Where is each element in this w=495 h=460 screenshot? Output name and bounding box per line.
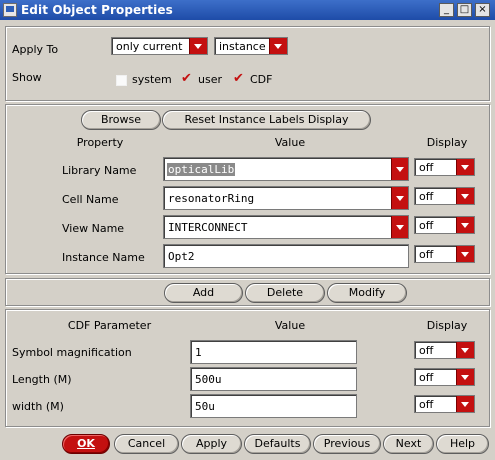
chevron-down-glyph xyxy=(396,225,404,230)
view-name-display-value: off xyxy=(419,219,434,232)
minimize-button[interactable]: _ xyxy=(439,3,454,17)
display-header: Display xyxy=(426,136,468,149)
title-bar[interactable]: Edit Object Properties _ □ × xyxy=(0,0,495,20)
symbol-magnification-display-select[interactable]: off xyxy=(414,341,475,359)
view-name-combo[interactable]: INTERCONNECT xyxy=(163,215,409,239)
show-user-label: user xyxy=(198,73,222,86)
instance-name-label: Instance Name xyxy=(62,251,145,264)
browse-button[interactable]: Browse xyxy=(81,110,161,130)
show-label: Show xyxy=(12,71,42,84)
width-field[interactable]: 50u xyxy=(190,394,357,418)
width-value: 50u xyxy=(195,400,215,413)
width-display-value: off xyxy=(419,398,434,411)
width-display-select[interactable]: off xyxy=(414,395,475,413)
show-cdf-checkbox[interactable] xyxy=(233,71,245,86)
chevron-down-icon[interactable] xyxy=(391,187,408,209)
apply-to-target-value: instance xyxy=(219,40,266,53)
chevron-down-icon xyxy=(456,217,474,233)
length-display-select[interactable]: off xyxy=(414,368,475,386)
add-button[interactable]: Add xyxy=(164,283,243,303)
chevron-down-icon xyxy=(189,38,207,54)
chevron-down-icon[interactable] xyxy=(391,158,408,180)
maximize-button[interactable]: □ xyxy=(457,3,472,17)
length-label: Length (M) xyxy=(12,373,72,386)
symbol-magnification-label: Symbol magnification xyxy=(12,346,132,359)
view-name-label: View Name xyxy=(62,222,125,235)
cell-name-display-value: off xyxy=(419,190,434,203)
library-name-display-value: off xyxy=(419,161,434,174)
apply-to-label: Apply To xyxy=(12,43,59,56)
library-name-combo[interactable]: opticalLib xyxy=(163,157,409,181)
reset-instance-labels-button[interactable]: Reset Instance Labels Display xyxy=(162,110,371,130)
chevron-down-icon xyxy=(456,369,474,385)
length-value: 500u xyxy=(195,373,222,386)
length-field[interactable]: 500u xyxy=(190,367,357,391)
delete-button[interactable]: Delete xyxy=(245,283,325,303)
apply-to-scope-value: only current xyxy=(116,40,183,53)
library-name-value: opticalLib xyxy=(167,163,236,176)
ok-label: OK xyxy=(77,437,95,450)
cell-name-value: resonatorRing xyxy=(168,192,255,205)
close-button[interactable]: × xyxy=(475,3,490,17)
value-header: Value xyxy=(274,136,306,149)
window-icon xyxy=(3,3,17,17)
chevron-down-glyph xyxy=(396,167,404,172)
library-name-label: Library Name xyxy=(62,164,137,177)
apply-button[interactable]: Apply xyxy=(181,434,242,454)
show-system-label: system xyxy=(132,73,172,86)
chevron-down-icon xyxy=(456,188,474,204)
instance-name-display-value: off xyxy=(419,248,434,261)
cancel-button[interactable]: Cancel xyxy=(114,434,179,454)
chevron-down-icon xyxy=(456,159,474,175)
chevron-down-icon[interactable] xyxy=(391,216,408,238)
apply-to-scope-select[interactable]: only current xyxy=(111,37,208,55)
property-header: Property xyxy=(76,136,124,149)
instance-name-value: Opt2 xyxy=(168,250,195,263)
window-title: Edit Object Properties xyxy=(21,3,173,17)
cdf-value-header: Value xyxy=(274,319,306,332)
apply-to-target-select[interactable]: instance xyxy=(214,37,288,55)
show-user-checkbox[interactable] xyxy=(181,71,193,86)
chevron-down-icon xyxy=(269,38,287,54)
chevron-down-glyph xyxy=(396,196,404,201)
symbol-magnification-value: 1 xyxy=(195,346,202,359)
cell-name-display-select[interactable]: off xyxy=(414,187,475,205)
width-label: width (M) xyxy=(12,400,64,413)
symbol-magnification-display-value: off xyxy=(419,344,434,357)
symbol-magnification-field[interactable]: 1 xyxy=(190,340,357,364)
view-name-display-select[interactable]: off xyxy=(414,216,475,234)
show-cdf-label: CDF xyxy=(250,73,273,86)
chevron-down-icon xyxy=(456,246,474,262)
next-button[interactable]: Next xyxy=(383,434,434,454)
show-system-checkbox[interactable] xyxy=(115,74,127,86)
length-display-value: off xyxy=(419,371,434,384)
chevron-down-icon xyxy=(456,396,474,412)
defaults-button[interactable]: Defaults xyxy=(244,434,311,454)
previous-button[interactable]: Previous xyxy=(313,434,381,454)
cdf-display-header: Display xyxy=(426,319,468,332)
instance-name-field[interactable]: Opt2 xyxy=(163,244,409,268)
chevron-down-icon xyxy=(456,342,474,358)
view-name-value: INTERCONNECT xyxy=(168,221,248,234)
modify-button[interactable]: Modify xyxy=(327,283,407,303)
ok-button[interactable]: OK xyxy=(62,434,110,454)
cell-name-combo[interactable]: resonatorRing xyxy=(163,186,409,210)
cell-name-label: Cell Name xyxy=(62,193,119,206)
help-button[interactable]: Help xyxy=(436,434,489,454)
library-name-display-select[interactable]: off xyxy=(414,158,475,176)
instance-name-display-select[interactable]: off xyxy=(414,245,475,263)
cdf-parameter-header: CDF Parameter xyxy=(67,319,152,332)
